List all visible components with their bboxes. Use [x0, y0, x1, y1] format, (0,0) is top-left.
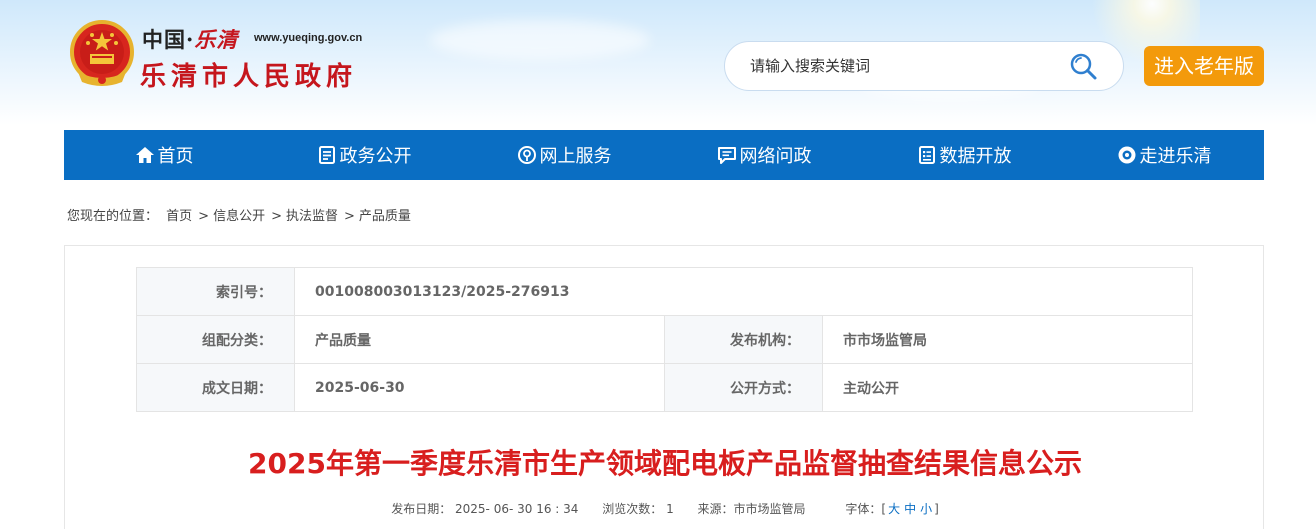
- publisher-label: 发布机构：: [664, 315, 823, 364]
- font-size-switcher: 字体：[大中小]: [845, 502, 938, 516]
- logo-small-title: 中国·乐清: [142, 27, 239, 52]
- nav-item-label: 政务公开: [339, 146, 412, 167]
- index-number-label: 索引号：: [136, 267, 295, 316]
- breadcrumb-home[interactable]: 首页: [166, 209, 192, 224]
- breadcrumb-separator: >: [271, 209, 282, 224]
- eye-icon: [1118, 146, 1135, 164]
- disclosure-method-value: 主动公开: [822, 363, 1193, 412]
- national-emblem-icon: [70, 20, 134, 86]
- nav-item-online-inquiry[interactable]: 网络问政: [664, 130, 864, 180]
- site-logo[interactable]: 中国·乐清 www.yueqing.gov.cn 乐清市人民政府: [70, 18, 370, 94]
- article-title: 2025年第一季度乐清市生产领域配电板产品监督抽查结果信息公示: [248, 447, 1082, 480]
- article-source: 来源：市市场监管局: [697, 502, 806, 516]
- table-row: 成文日期： 2025-06-30 公开方式： 主动公开: [136, 363, 1193, 412]
- search-input[interactable]: [750, 57, 1050, 75]
- nav-item-home[interactable]: 首页: [64, 130, 264, 180]
- article-meta: 发布日期： 2025- 06- 30 16 : 34 浏览次数： 1 来源：市市…: [65, 500, 1265, 517]
- nav-item-government-affairs[interactable]: 政务公开: [264, 130, 464, 180]
- written-date-value: 2025-06-30: [294, 363, 665, 412]
- table-row: 组配分类： 产品质量 发布机构： 市市场监管局: [136, 315, 1193, 364]
- publisher-value: 市市场监管局: [822, 315, 1193, 364]
- view-count: 浏览次数： 1: [602, 502, 674, 516]
- breadcrumb-product-quality[interactable]: 产品质量: [359, 209, 411, 224]
- chat-icon: [717, 147, 736, 164]
- written-date-label: 成文日期：: [136, 363, 295, 412]
- nav-item-label: 数据开放: [939, 146, 1012, 167]
- logo-url: www.yueqing.gov.cn: [254, 32, 363, 44]
- document-icon: [318, 146, 335, 164]
- service-icon: [517, 146, 536, 164]
- font-size-medium[interactable]: 中: [904, 502, 916, 516]
- nav-item-label: 网络问政: [739, 146, 812, 167]
- breadcrumb-separator: >: [198, 209, 210, 224]
- font-size-small[interactable]: 小: [920, 502, 932, 516]
- publish-date: 发布日期： 2025- 06- 30 16 : 34: [391, 502, 579, 516]
- font-size-bracket-end: ]: [934, 502, 939, 516]
- breadcrumb-info-disclosure[interactable]: 信息公开: [213, 209, 265, 224]
- search-box: [724, 41, 1124, 91]
- nav-item-label: 网上服务: [539, 146, 612, 167]
- index-number-value: 001008003013123/2025-276913: [294, 267, 1193, 316]
- breadcrumb-law-enforcement[interactable]: 执法监督: [286, 209, 338, 224]
- nav-item-about-yueqing[interactable]: 走进乐清: [1064, 130, 1264, 180]
- nav-item-label: 首页: [157, 146, 194, 167]
- document-meta-table: 索引号： 001008003013123/2025-276913 组配分类： 产…: [136, 267, 1193, 412]
- category-value: 产品质量: [294, 315, 665, 364]
- nav-item-online-services[interactable]: 网上服务: [464, 130, 664, 180]
- elder-version-button[interactable]: 进入老年版: [1144, 46, 1264, 86]
- table-row: 索引号： 001008003013123/2025-276913: [136, 267, 1193, 316]
- breadcrumb-prefix: 您现在的位置：: [67, 209, 159, 224]
- search-icon[interactable]: [1069, 52, 1099, 82]
- font-size-label: 字体：[: [845, 502, 887, 516]
- breadcrumb: 您现在的位置： 首页 > 信息公开 > 执法监督 > 产品质量: [67, 205, 411, 224]
- disclosure-method-label: 公开方式：: [664, 363, 823, 412]
- logo-title: 乐清市人民政府: [140, 62, 358, 92]
- nav-item-open-data[interactable]: 数据开放: [864, 130, 1064, 180]
- main-nav: 首页 政务公开 网上服务 网络问政 数据开放 走进乐清: [64, 130, 1264, 180]
- data-icon: [918, 146, 935, 164]
- font-size-large[interactable]: 大: [888, 502, 900, 516]
- category-label: 组配分类：: [136, 315, 295, 364]
- breadcrumb-separator: >: [344, 209, 355, 224]
- nav-item-label: 走进乐清: [1139, 146, 1212, 167]
- article-panel: 索引号： 001008003013123/2025-276913 组配分类： 产…: [64, 245, 1264, 529]
- home-icon: [135, 147, 154, 163]
- site-header: 中国·乐清 www.yueqing.gov.cn 乐清市人民政府 进入老年版: [0, 0, 1316, 130]
